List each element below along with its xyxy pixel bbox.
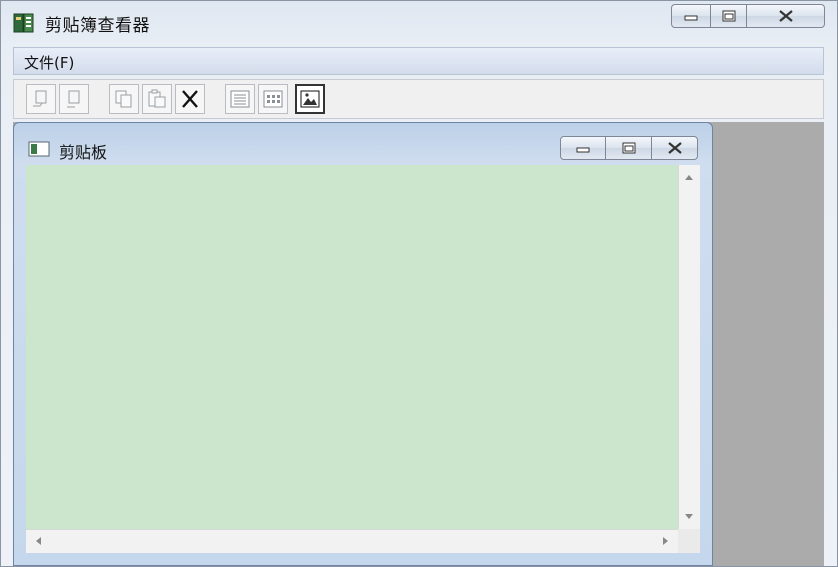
menu-file[interactable]: 文件(F): [24, 52, 74, 73]
share-icon: [33, 90, 47, 107]
child-close-button[interactable]: [652, 136, 698, 160]
arrow-up-icon: [685, 175, 693, 180]
minimize-icon: [576, 147, 590, 153]
restore-icon: [722, 10, 735, 22]
table-of-contents-button[interactable]: [225, 84, 255, 114]
delete-button[interactable]: [175, 84, 205, 114]
close-icon: [778, 10, 793, 22]
paste-icon: [148, 89, 166, 108]
arrow-right-icon: [663, 537, 668, 545]
toolbar: [13, 79, 824, 119]
minimize-button[interactable]: [671, 4, 711, 28]
arrow-left-icon: [36, 537, 41, 545]
scroll-right-button[interactable]: [656, 531, 676, 551]
share-button[interactable]: [26, 84, 56, 114]
arrow-down-icon: [685, 514, 693, 519]
child-maximize-button[interactable]: [606, 136, 652, 160]
clipboard-content-area[interactable]: [26, 165, 678, 529]
thumbnails-icon: [263, 90, 283, 108]
minimize-icon: [684, 15, 698, 21]
scroll-down-button[interactable]: [679, 507, 699, 527]
paste-button[interactable]: [142, 84, 172, 114]
table-of-contents-icon: [230, 90, 250, 108]
close-button[interactable]: [747, 4, 825, 28]
full-page-icon: [300, 90, 320, 108]
clipboard-child-window: 剪贴板: [13, 122, 713, 566]
child-caption-buttons: [560, 136, 698, 160]
clipboard-window-title: 剪贴板: [59, 143, 108, 162]
scroll-up-button[interactable]: [679, 167, 699, 187]
clipbook-icon: [13, 13, 34, 33]
stop-sharing-icon: [67, 90, 80, 108]
horizontal-scrollbar[interactable]: [26, 529, 678, 553]
window-title: 剪贴簿查看器: [45, 16, 150, 36]
menu-bar: 文件(F): [13, 47, 824, 75]
scroll-left-button[interactable]: [28, 531, 48, 551]
full-page-button[interactable]: [295, 84, 325, 114]
close-icon: [667, 142, 682, 154]
thumbnails-button[interactable]: [258, 84, 288, 114]
vertical-scrollbar[interactable]: [678, 165, 700, 529]
caption-buttons: [671, 4, 825, 30]
scrollbar-corner: [678, 529, 700, 553]
maximize-button[interactable]: [711, 4, 747, 28]
clipboard-window-icon: [28, 141, 50, 157]
clipbook-viewer-window: 剪贴簿查看器 文件(F) 剪贴板: [0, 0, 838, 567]
title-bar[interactable]: 剪贴簿查看器: [1, 1, 837, 45]
copy-button[interactable]: [109, 84, 139, 114]
stop-sharing-button[interactable]: [59, 84, 89, 114]
copy-icon: [115, 90, 132, 108]
delete-icon: [182, 90, 198, 108]
restore-icon: [622, 142, 635, 154]
child-minimize-button[interactable]: [560, 136, 606, 160]
